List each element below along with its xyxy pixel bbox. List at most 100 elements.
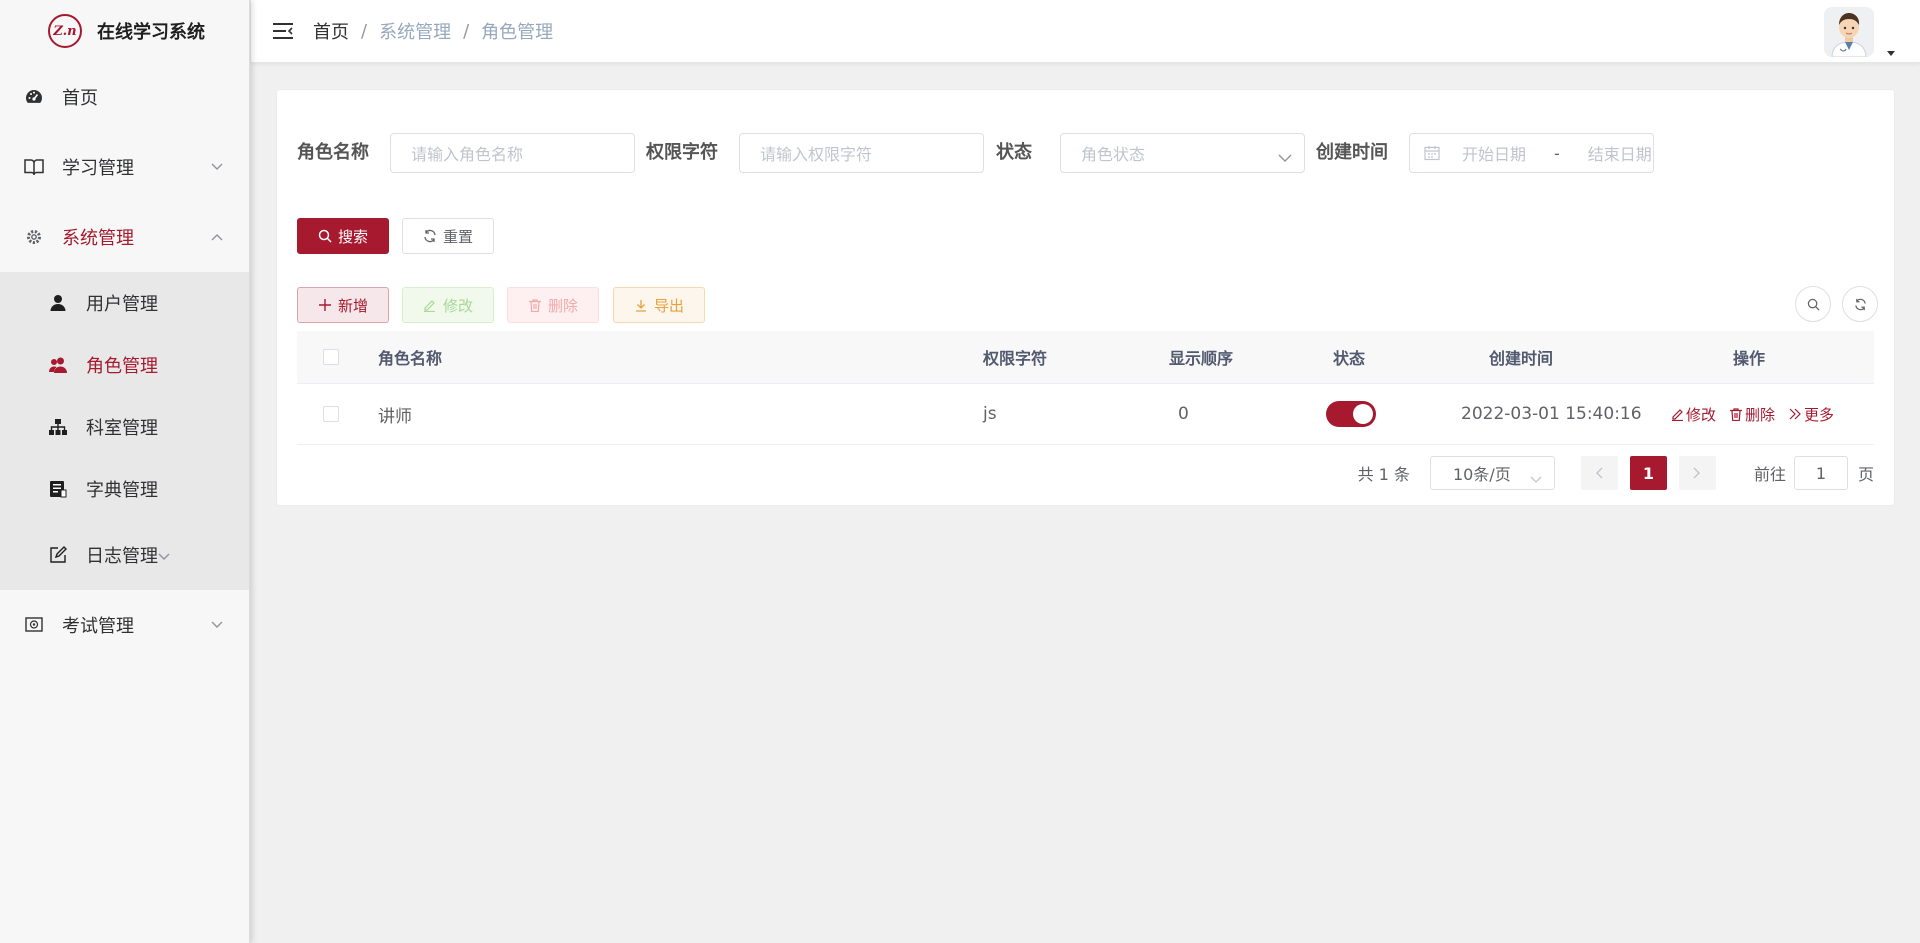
edit-log-icon [48,545,68,565]
sidebar-item-logs[interactable]: 日志管理 [0,520,249,590]
row-more-link[interactable]: 更多 [1789,404,1834,425]
column-header-created-time: 创建时间 [1489,349,1554,368]
sidebar-item-dictionary[interactable]: 字典管理 [0,458,249,520]
sidebar-item-label: 用户管理 [86,294,158,315]
status-select[interactable]: 角色状态 [1060,133,1305,173]
sidebar-item-label: 学习管理 [62,158,134,179]
page-suffix-label: 页 [1857,465,1874,484]
breadcrumb-roles: 角色管理 [481,22,554,43]
breadcrumb-separator: / [361,20,368,42]
row-more-label: 更多 [1804,405,1835,424]
sidebar-item-exam[interactable]: 考试管理 [0,590,249,660]
sidebar-item-label: 科室管理 [86,418,158,439]
cell-status [1326,384,1376,444]
cell-order: 0 [1178,404,1189,424]
sidebar: Z.n 在线学习系统 首页 学习管理 系统管理 用户管理 角色管理 科室管理 字… [0,0,250,943]
role-name-label: 角色名称 [297,142,369,163]
calendar-icon [1424,145,1440,161]
logo-icon: Z.n [48,14,82,48]
sidebar-item-home[interactable]: 首页 [0,62,249,132]
status-toggle[interactable] [1326,401,1376,427]
top-navbar: 首页 / 系统管理 / 角色管理 [251,0,1920,63]
reset-button-label: 重置 [442,227,473,246]
edit-icon [423,298,437,312]
page-number-current[interactable]: 1 [1629,456,1667,490]
search-button[interactable]: 搜索 [297,218,389,254]
role-management-card: 角色名称 请输入角色名称 权限字符 请输入权限字符 状态 角色状态 创建时间 开… [276,89,1895,506]
sidebar-item-departments[interactable]: 科室管理 [0,396,249,458]
refresh-table-button[interactable] [1842,286,1878,322]
date-range-picker[interactable]: 开始日期 - 结束日期 [1409,133,1654,173]
delete-button[interactable]: 删除 [507,287,599,323]
caret-down-icon[interactable] [1886,42,1896,56]
sidebar-item-users[interactable]: 用户管理 [0,272,249,334]
created-time-label: 创建时间 [1316,142,1388,163]
refresh-icon [423,229,437,243]
sidebar-item-label: 首页 [62,88,98,109]
main-content: 角色名称 请输入角色名称 权限字符 请输入权限字符 状态 角色状态 创建时间 开… [251,63,1920,943]
date-range-separator: - [1554,143,1560,163]
avatar[interactable] [1824,7,1874,57]
row-delete-link[interactable]: 删除 [1730,404,1775,425]
trash-icon [1730,407,1743,421]
search-button-label: 搜索 [337,227,368,246]
edit-button[interactable]: 修改 [402,287,494,323]
start-date-input[interactable]: 开始日期 [1462,141,1526,165]
page-size-select[interactable]: 10条/页 [1429,456,1555,490]
table-row: 讲师 js 0 2022-03-01 15:40:16 修改 删除 更多 [297,384,1874,445]
column-header-order: 显示顺序 [1169,349,1234,368]
column-header-role-name: 角色名称 [378,349,443,368]
table-header: 角色名称 权限字符 显示顺序 状态 创建时间 操作 [297,331,1874,384]
prev-page-button[interactable] [1580,456,1618,490]
row-checkbox[interactable] [323,406,339,422]
column-header-permission: 权限字符 [983,349,1048,368]
export-button[interactable]: 导出 [613,287,705,323]
chevron-down-icon [211,161,223,173]
sidebar-item-roles[interactable]: 角色管理 [0,334,249,396]
sidebar-item-label: 日志管理 [86,546,158,567]
refresh-icon [1854,298,1866,310]
permission-input[interactable]: 请输入权限字符 [739,133,984,173]
pagination: 共 1 条 10条/页 1 前往 1 页 [1358,456,1874,490]
chevron-right-icon [1693,467,1701,479]
chevron-left-icon [1596,467,1603,479]
chevron-down-icon [211,619,223,631]
trash-icon [528,298,542,312]
gear-icon [24,227,44,247]
next-page-button[interactable] [1678,456,1716,490]
chevron-down-icon [158,545,170,566]
app-logo[interactable]: Z.n 在线学习系统 [0,0,249,62]
download-icon [634,298,648,312]
role-name-input[interactable]: 请输入角色名称 [390,133,635,173]
column-header-actions: 操作 [1733,349,1766,368]
delete-button-label: 删除 [547,296,578,315]
add-button[interactable]: 新增 [297,287,389,323]
permission-label: 权限字符 [646,142,718,163]
cell-created-time: 2022-03-01 15:40:16 [1461,404,1642,424]
dictionary-icon [48,479,68,499]
breadcrumb-home[interactable]: 首页 [313,18,349,44]
column-header-status: 状态 [1333,349,1366,368]
sidebar-item-system[interactable]: 系统管理 [0,202,249,272]
status-select-placeholder: 角色状态 [1081,145,1146,164]
exam-icon [24,615,44,635]
page-size-value: 10条/页 [1452,465,1511,484]
org-tree-icon [48,417,68,437]
toggle-knob [1353,404,1373,424]
select-all-checkbox[interactable] [323,349,339,365]
sidebar-item-study[interactable]: 学习管理 [0,132,249,202]
dashboard-icon [24,87,44,107]
search-form: 角色名称 请输入角色名称 权限字符 请输入权限字符 状态 角色状态 创建时间 开… [277,133,1894,173]
row-checkbox-cell [323,384,339,444]
reset-button[interactable]: 重置 [402,218,494,254]
double-chevron-right-icon [1789,408,1802,421]
sidebar-item-label: 字典管理 [86,480,158,501]
goto-page-input[interactable]: 1 [1793,456,1848,490]
chevron-up-icon [211,231,223,243]
toggle-search-button[interactable] [1795,286,1831,322]
end-date-input[interactable]: 结束日期 [1588,141,1652,165]
row-edit-link[interactable]: 修改 [1671,404,1716,425]
menu-toggle-icon[interactable] [271,19,295,43]
cell-actions: 修改 删除 更多 [1671,384,1848,444]
pagination-total: 共 1 条 [1357,465,1410,484]
